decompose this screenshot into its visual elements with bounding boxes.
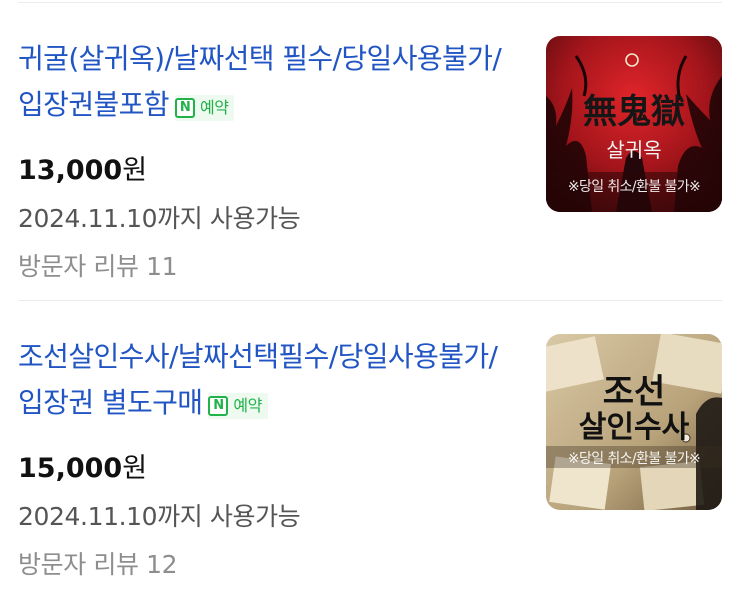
item-title[interactable]: 조선살인수사/날짜선택필수/당일사용불가/입장권 별도구매 N 예약 (18, 334, 518, 426)
reservation-badge: N 예약 (174, 94, 235, 121)
item-title[interactable]: 귀굴(살귀옥)/날짜선택 필수/당일사용불가/입장권불포함 N 예약 (18, 36, 518, 128)
price-number: 15,000 (18, 453, 123, 484)
item-thumbnail[interactable]: 조선 살인수사 ※당일 취소/환불 불가※ (546, 334, 722, 510)
badge-label: 예약 (233, 395, 262, 415)
visitor-review-count[interactable]: 방문자 리뷰 12 (18, 548, 178, 582)
poster-logo-line2: 살인수사 (578, 410, 690, 445)
naver-n-icon: N (174, 97, 195, 118)
poster-subtitle: 살귀옥 (606, 138, 662, 162)
list-item[interactable]: 귀굴(살귀옥)/날짜선택 필수/당일사용불가/입장권불포함 N 예약 13,000원… (18, 36, 722, 281)
list-item[interactable]: 조선살인수사/날짜선택필수/당일사용불가/입장권 별도구매 N 예약 15,000원… (18, 334, 722, 579)
item-divider (18, 300, 722, 301)
price: 15,000원 (18, 452, 147, 486)
item-thumbnail[interactable]: 無鬼獄 살귀옥 ※당일 취소/환불 불가※ (546, 36, 722, 212)
poster-logo: 無鬼獄 (583, 92, 685, 132)
naver-n-icon: N (208, 395, 229, 416)
price-unit: 원 (122, 155, 148, 186)
price-unit: 원 (122, 453, 148, 484)
poster-notice: ※당일 취소/환불 불가※ (567, 179, 701, 195)
top-divider (18, 2, 722, 3)
price: 13,000원 (18, 154, 147, 188)
price-number: 13,000 (18, 155, 123, 186)
item-title-text[interactable]: 귀굴(살귀옥)/날짜선택 필수/당일사용불가/입장권불포함 (18, 42, 502, 121)
poster-notice: ※당일 취소/환불 불가※ (567, 451, 701, 467)
valid-until: 2024.11.10까지 사용가능 (18, 502, 301, 531)
reservation-badge: N 예약 (208, 392, 268, 419)
badge-label: 예약 (199, 97, 229, 117)
visitor-review-count[interactable]: 방문자 리뷰 11 (18, 250, 178, 284)
valid-until: 2024.11.10까지 사용가능 (18, 204, 301, 233)
